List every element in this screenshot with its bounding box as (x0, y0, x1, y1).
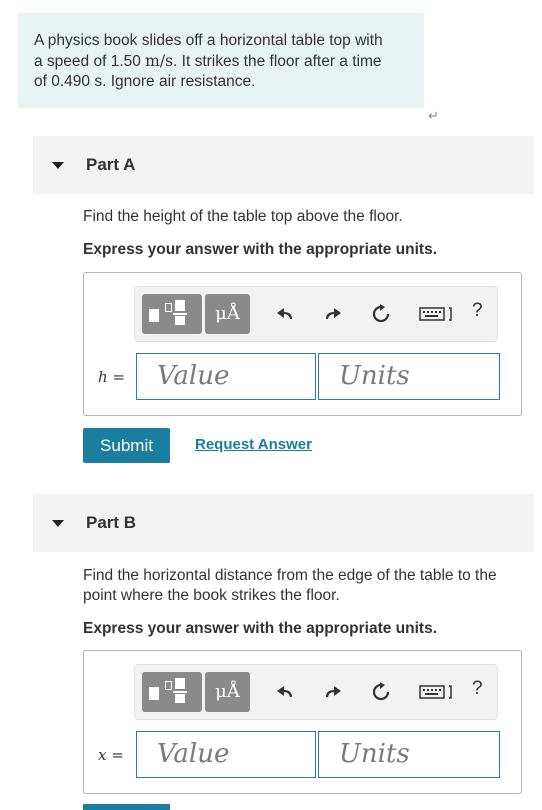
caret-down-icon (52, 161, 64, 169)
part-a-toolbar: μÅ ? (134, 286, 498, 342)
problem-speed-text: a speed of 1.50 (34, 53, 146, 70)
symbols-icon[interactable]: μÅ (205, 294, 250, 334)
part-b-question: Find the horizontal distance from the ed… (83, 566, 497, 606)
help-icon[interactable]: ? (472, 300, 483, 322)
problem-line-1: A physics book slides off a horizontal t… (34, 32, 383, 49)
part-b-submit-button-partial[interactable] (83, 804, 170, 810)
part-b-units-input[interactable]: Units (318, 731, 500, 778)
symbols-icon[interactable]: μÅ (205, 672, 250, 712)
reset-icon[interactable] (370, 303, 392, 325)
redo-icon[interactable] (322, 303, 344, 325)
request-answer-link[interactable]: Request Answer (195, 436, 312, 453)
templates-icon[interactable] (142, 672, 202, 712)
part-a-variable-label: h = (98, 368, 125, 386)
keyboard-icon[interactable] (419, 303, 455, 325)
submit-button[interactable]: Submit (83, 428, 170, 463)
part-b-question-line-1: Find the horizontal distance from the ed… (83, 567, 497, 584)
help-icon[interactable]: ? (472, 678, 483, 700)
undo-icon[interactable] (274, 681, 296, 703)
part-a-answer-box: μÅ ? h = Value Units (83, 272, 522, 416)
variable-h: h (98, 368, 108, 386)
keyboard-icon[interactable] (419, 681, 455, 703)
part-b-header[interactable]: Part B (33, 494, 534, 552)
problem-line-3: of 0.490 s. Ignore air resistance. (34, 73, 256, 90)
part-b-question-line-2: point where the book strikes the floor. (83, 587, 340, 604)
reset-icon[interactable] (370, 681, 392, 703)
redo-icon[interactable] (322, 681, 344, 703)
speed-unit: m/s (145, 52, 174, 70)
part-b-variable-label: x = (98, 746, 124, 764)
problem-statement: A physics book slides off a horizontal t… (18, 13, 424, 108)
return-icon: ↵ (428, 108, 439, 123)
part-a-header[interactable]: Part A (33, 136, 534, 194)
part-a-units-input[interactable]: Units (318, 353, 500, 400)
part-a-title: Part A (86, 155, 136, 174)
part-b-answer-box: μÅ ? x = Value Units (83, 650, 522, 794)
equals-sign: = (107, 368, 126, 386)
part-a-question: Find the height of the table top above t… (83, 208, 403, 225)
part-b-title: Part B (86, 513, 137, 532)
part-a-value-input[interactable]: Value (136, 353, 316, 400)
undo-icon[interactable] (274, 303, 296, 325)
problem-line-2: a speed of 1.50 m/s. It strikes the floo… (34, 51, 408, 72)
templates-icon[interactable] (142, 294, 202, 334)
part-b-toolbar: μÅ ? (134, 664, 498, 720)
equals-sign: = (106, 746, 124, 764)
part-b-instruction: Express your answer with the appropriate… (83, 620, 438, 637)
problem-time-text: . It strikes the floor after a time (173, 53, 382, 70)
part-b-value-input[interactable]: Value (136, 731, 316, 778)
part-a-instruction: Express your answer with the appropriate… (83, 241, 438, 258)
caret-down-icon (52, 519, 64, 527)
